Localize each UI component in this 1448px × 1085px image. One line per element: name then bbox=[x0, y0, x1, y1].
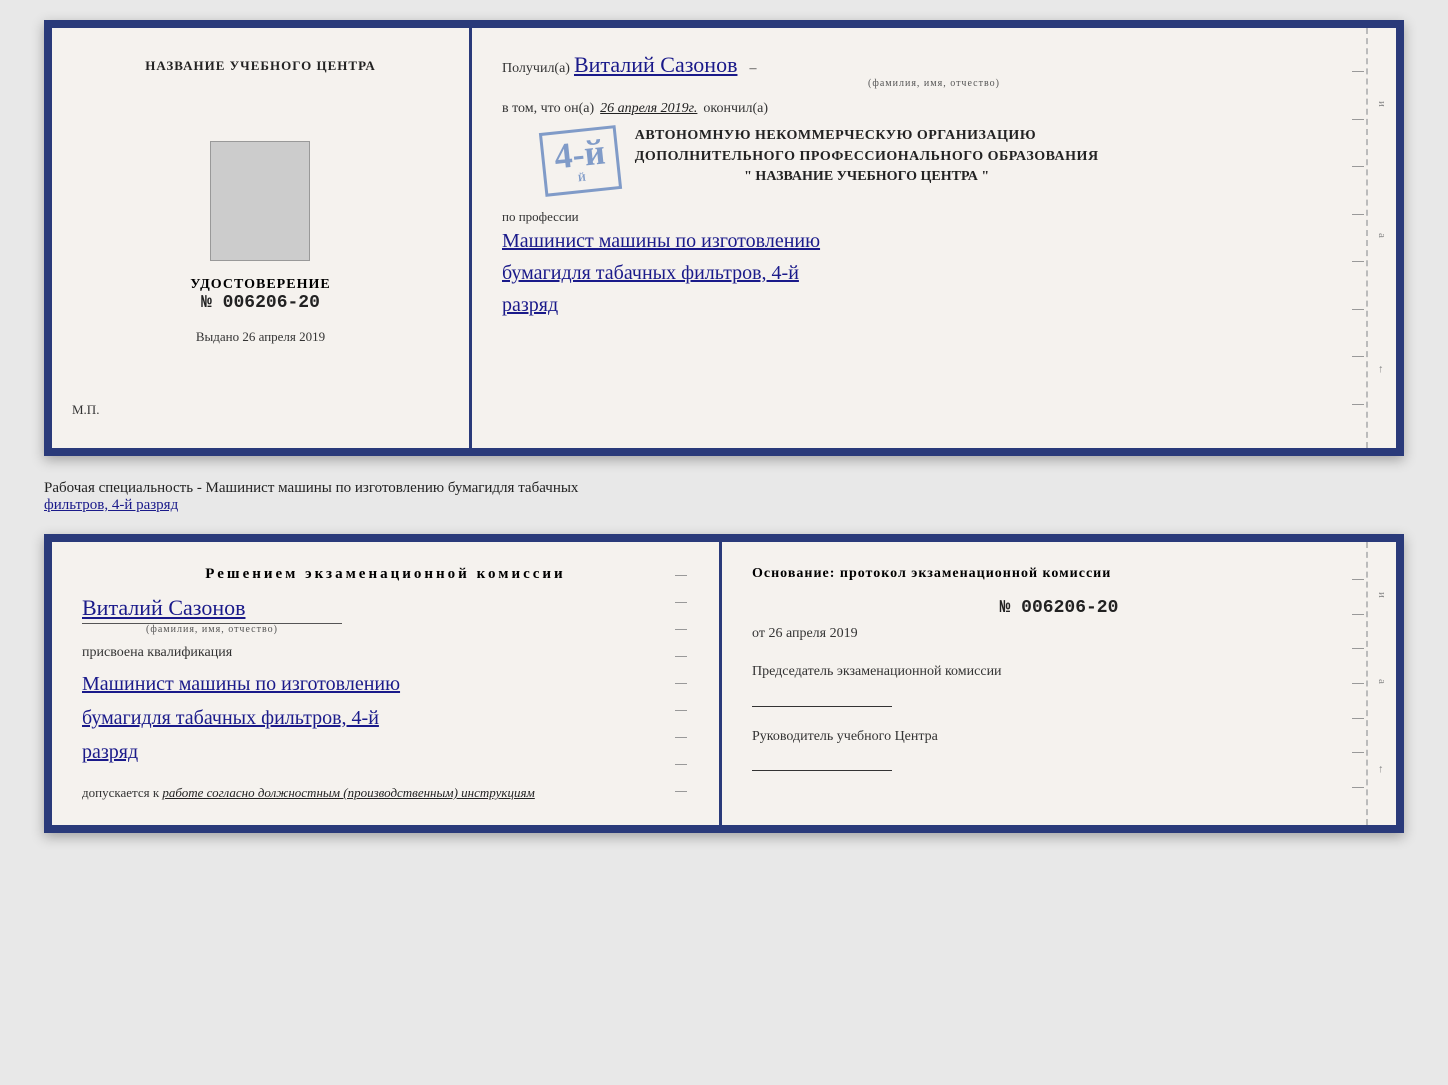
between-label1: Рабочая специальность - Машинист машины … bbox=[44, 480, 578, 496]
bottom-profession-line2: бумагидля табачных фильтров, 4-й bbox=[82, 701, 689, 735]
recipient-block: Получил(а) Виталий Сазонов – (фамилия, и… bbox=[502, 52, 1366, 89]
bottom-right-dashes bbox=[1352, 542, 1364, 825]
ot-date-value: 26 апреля 2019 bbox=[768, 626, 857, 641]
predsedatel-block: Председатель экзаменационной комиссии bbox=[752, 662, 1366, 707]
photo-area bbox=[210, 141, 310, 261]
recipient-name: Виталий Сазонов bbox=[574, 52, 737, 77]
osnovaniye-label: Основание: протокол экзаменационной коми… bbox=[752, 566, 1366, 582]
bottom-diploma: Решением экзаменационной комиссии Витали… bbox=[44, 534, 1404, 833]
bottom-profession-line1: Машинист машины по изготовлению bbox=[82, 667, 689, 701]
okonchil-label: окончил(а) bbox=[703, 101, 768, 117]
rukovoditel-label: Руководитель учебного Центра bbox=[752, 727, 1366, 747]
po-professii-label: по профессии bbox=[502, 209, 1366, 225]
right-side-filler: и а ← bbox=[1366, 28, 1396, 448]
fio-subtitle: (фамилия, имя, отчество) bbox=[502, 78, 1366, 89]
ot-prefix: от bbox=[752, 626, 765, 641]
issued-date: 26 апреля 2019 bbox=[242, 329, 325, 344]
dash: – bbox=[749, 61, 756, 76]
dash-8 bbox=[1352, 404, 1364, 405]
dash-1 bbox=[1352, 71, 1364, 72]
profession-line1: Машинист машины по изготовлению bbox=[502, 225, 1366, 257]
resheniem-title: Решением экзаменационной комиссии bbox=[82, 566, 689, 583]
rukovoditel-block: Руководитель учебного Центра bbox=[752, 727, 1366, 772]
dopusk-block: допускается к работе согласно должностны… bbox=[82, 785, 689, 801]
stamp-org-block: 4-й й АВТОНОМНУЮ НЕКОММЕРЧЕСКУЮ ОРГАНИЗА… bbox=[502, 125, 1366, 197]
bottom-right-side-filler: и а ← bbox=[1366, 542, 1396, 825]
org-line1: АВТОНОМНУЮ НЕКОММЕРЧЕСКУЮ ОРГАНИЗАЦИЮ bbox=[635, 125, 1099, 146]
org-text-block: АВТОНОМНУЮ НЕКОММЕРЧЕСКУЮ ОРГАНИЗАЦИЮ ДО… bbox=[635, 125, 1099, 187]
profession-line2: бумагидля табачных фильтров, 4-й bbox=[502, 257, 1366, 289]
poluchil-label: Получил(а) bbox=[502, 61, 570, 76]
top-diploma-left: НАЗВАНИЕ УЧЕБНОГО ЦЕНТРА УДОСТОВЕРЕНИЕ №… bbox=[52, 28, 472, 448]
stamp-number: 4-й bbox=[553, 133, 607, 174]
dash-4 bbox=[1352, 214, 1364, 215]
side-letter-a: а bbox=[1376, 233, 1388, 238]
side-letter-left: ← bbox=[1376, 364, 1388, 375]
right-dashes bbox=[1352, 28, 1364, 448]
dash-2 bbox=[1352, 119, 1364, 120]
between-text-block: Рабочая специальность - Машинист машины … bbox=[44, 472, 1404, 518]
cert-number: № 006206-20 bbox=[190, 293, 330, 313]
bottom-side-letter-a: а bbox=[1376, 679, 1388, 684]
training-center-title: НАЗВАНИЕ УЧЕБНОГО ЦЕНТРА bbox=[145, 58, 376, 74]
left-center-block: УДОСТОВЕРЕНИЕ № 006206-20 Выдано 26 апре… bbox=[190, 84, 330, 402]
uchebn-name: " НАЗВАНИЕ УЧЕБНОГО ЦЕНТРА " bbox=[635, 167, 1099, 187]
ot-date-block: от 26 апреля 2019 bbox=[752, 626, 1366, 642]
org-line2: ДОПОЛНИТЕЛЬНОГО ПРОФЕССИОНАЛЬНОГО ОБРАЗО… bbox=[635, 146, 1099, 167]
top-diploma-right: Получил(а) Виталий Сазонов – (фамилия, и… bbox=[472, 28, 1396, 448]
predsedatel-signature-line bbox=[752, 706, 892, 707]
stamp: 4-й й bbox=[539, 125, 622, 197]
vtom-date: 26 апреля 2019г. bbox=[600, 101, 697, 117]
bottom-fio-label: (фамилия, имя, отчество) bbox=[82, 623, 342, 635]
bottom-recipient-name: Виталий Сазонов bbox=[82, 595, 689, 621]
dash-5 bbox=[1352, 261, 1364, 262]
bottom-diploma-left: Решением экзаменационной комиссии Витали… bbox=[52, 542, 722, 825]
issued-label: Выдано bbox=[196, 329, 239, 344]
side-letter-i: и bbox=[1376, 101, 1388, 107]
dash-6 bbox=[1352, 309, 1364, 310]
dopusk-text: работе согласно должностным (производств… bbox=[162, 785, 534, 800]
dopusk-prefix: допускается к bbox=[82, 785, 159, 800]
prisvoyena-label: присвоена квалификация bbox=[82, 645, 689, 661]
dash-3 bbox=[1352, 166, 1364, 167]
dash-7 bbox=[1352, 356, 1364, 357]
bottom-profession-line3: разряд bbox=[82, 735, 689, 769]
vtom-block: в том, что он(а) 26 апреля 2019г. окончи… bbox=[502, 101, 1366, 117]
udost-label: УДОСТОВЕРЕНИЕ bbox=[190, 277, 330, 293]
top-diploma: НАЗВАНИЕ УЧЕБНОГО ЦЕНТРА УДОСТОВЕРЕНИЕ №… bbox=[44, 20, 1404, 456]
bottom-diploma-right: Основание: протокол экзаменационной коми… bbox=[722, 542, 1396, 825]
issued-line: Выдано 26 апреля 2019 bbox=[196, 329, 325, 345]
bottom-number: № 006206-20 bbox=[752, 598, 1366, 618]
profession-line3: разряд bbox=[502, 289, 1366, 321]
vtom-prefix: в том, что он(а) bbox=[502, 101, 594, 117]
udost-block: УДОСТОВЕРЕНИЕ № 006206-20 bbox=[190, 277, 330, 313]
predsedatel-label: Председатель экзаменационной комиссии bbox=[752, 662, 1366, 682]
between-label2: фильтров, 4-й разряд bbox=[44, 497, 178, 513]
bottom-recipient-block: Виталий Сазонов (фамилия, имя, отчество) bbox=[82, 595, 689, 635]
mp-label: М.П. bbox=[72, 402, 99, 418]
rukovoditel-signature-line bbox=[752, 770, 892, 771]
bottom-side-letter-i: и bbox=[1376, 592, 1388, 598]
left-panel-right-dashes bbox=[675, 542, 687, 825]
bottom-side-letter-left: ← bbox=[1376, 764, 1388, 775]
